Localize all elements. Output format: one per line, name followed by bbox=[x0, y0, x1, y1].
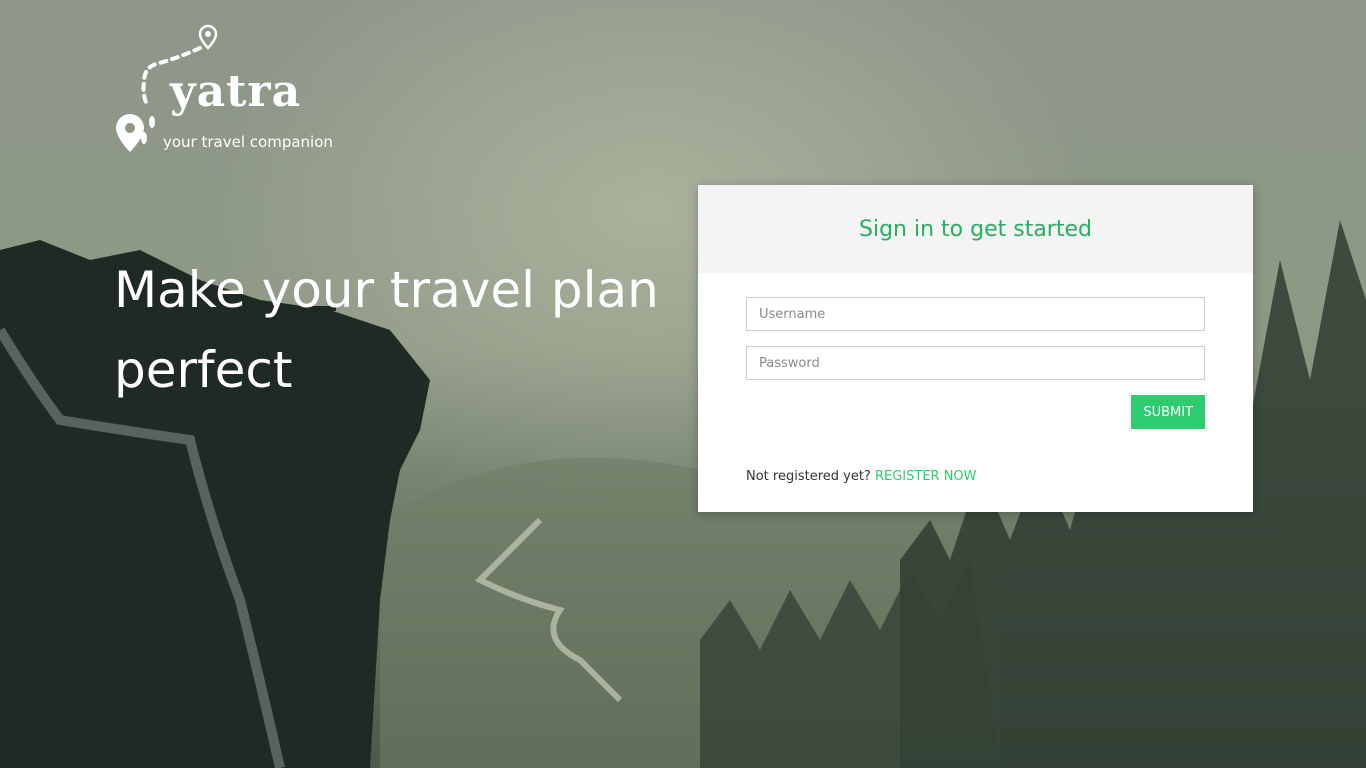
hero-headline: Make your travel plan perfect bbox=[114, 261, 659, 399]
brand-tagline: your travel companion bbox=[163, 133, 333, 151]
submit-row: SUBMIT bbox=[746, 395, 1205, 429]
submit-button[interactable]: SUBMIT bbox=[1131, 395, 1205, 429]
password-input[interactable] bbox=[746, 346, 1205, 380]
login-page: yatra your travel companion Make your tr… bbox=[0, 0, 1366, 768]
login-card: Sign in to get started SUBMIT Not regist… bbox=[698, 185, 1253, 512]
register-now-link[interactable]: REGISTER NOW bbox=[875, 469, 977, 484]
brand-logo[interactable]: yatra your travel companion bbox=[108, 22, 338, 157]
login-form: SUBMIT Not registered yet? REGISTER NOW bbox=[698, 273, 1253, 484]
login-title: Sign in to get started bbox=[859, 216, 1092, 242]
brand-name: yatra bbox=[170, 66, 302, 117]
register-prompt-text: Not registered yet? bbox=[746, 469, 871, 484]
register-prompt-row: Not registered yet? REGISTER NOW bbox=[746, 469, 1205, 484]
login-card-header: Sign in to get started bbox=[698, 185, 1253, 273]
username-input[interactable] bbox=[746, 297, 1205, 331]
